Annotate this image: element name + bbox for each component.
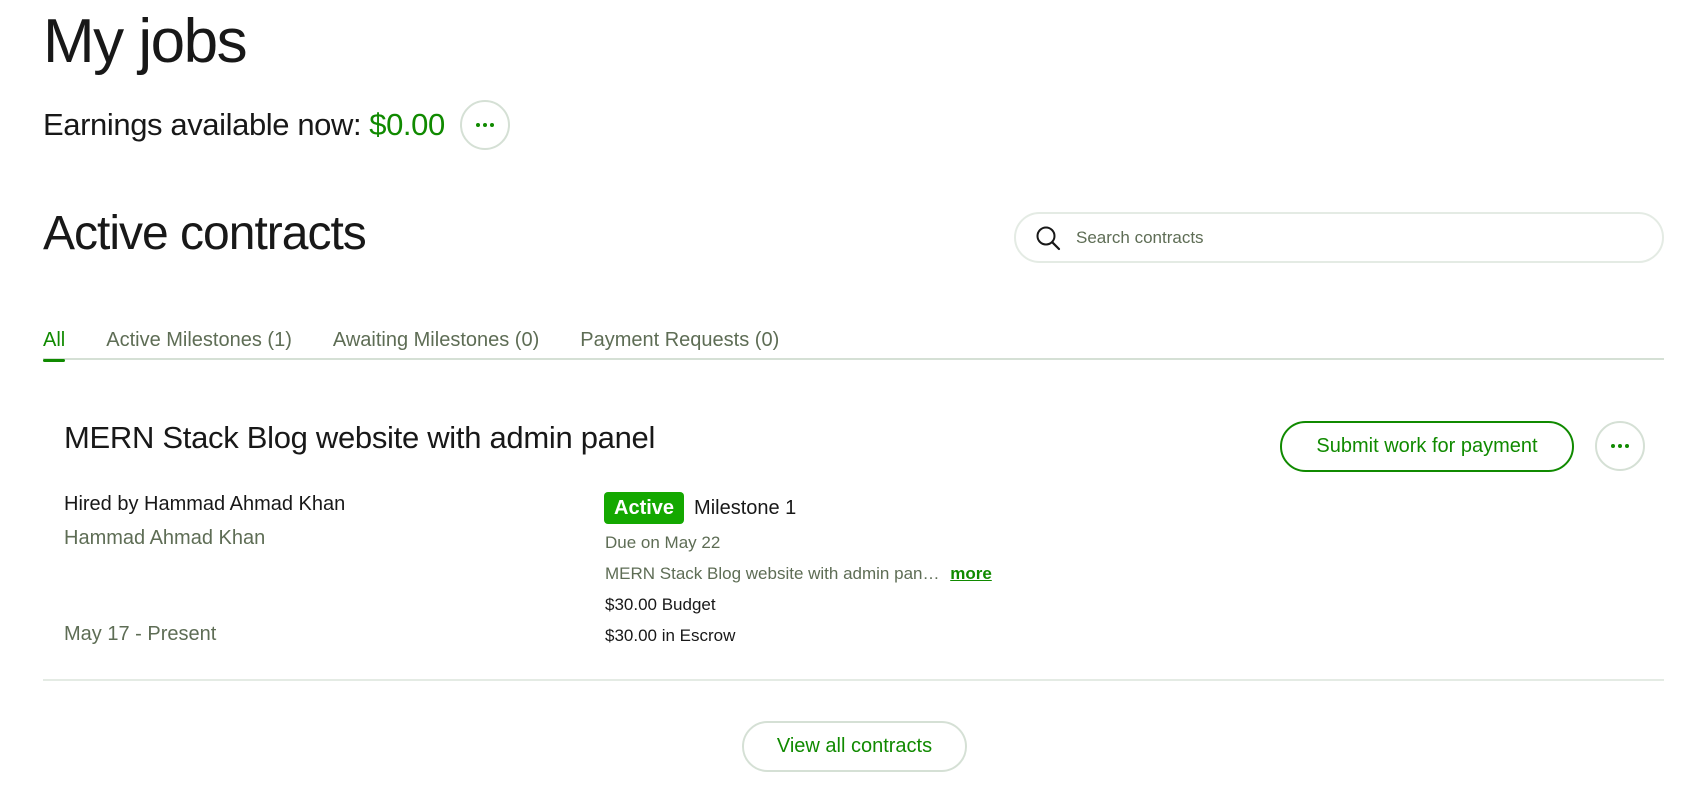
ellipsis-icon — [1611, 444, 1629, 448]
tab-active-milestones[interactable]: Active Milestones (1) — [106, 325, 292, 360]
tab-awaiting-milestones[interactable]: Awaiting Milestones (0) — [333, 325, 539, 360]
client-name: Hammad Ahmad Khan — [64, 527, 266, 549]
page-title: My jobs — [43, 7, 248, 76]
submit-work-button[interactable]: Submit work for payment — [1280, 421, 1574, 472]
contract-tabs: All Active Milestones (1) Awaiting Miles… — [43, 325, 1664, 362]
milestone-escrow: $30.00 in Escrow — [605, 626, 736, 645]
hired-by: Hired by Hammad Ahmad Khan — [64, 493, 346, 515]
milestone-description-row: MERN Stack Blog website with admin pan… … — [605, 563, 992, 585]
milestone-due-date: Due on May 22 — [605, 533, 721, 552]
milestone-description: MERN Stack Blog website with admin pan… — [605, 564, 940, 583]
search-input[interactable] — [1076, 227, 1636, 248]
contract-more-button[interactable] — [1595, 421, 1645, 471]
earnings-label: Earnings available now: — [43, 107, 362, 142]
status-badge: Active — [604, 492, 685, 524]
view-all-contracts-button[interactable]: View all contracts — [742, 721, 967, 772]
tab-payment-requests[interactable]: Payment Requests (0) — [580, 325, 779, 360]
earnings-more-button[interactable] — [459, 100, 510, 150]
search-icon — [1034, 224, 1062, 252]
earnings-row: Earnings available now: $0.00 — [43, 100, 510, 150]
divider — [43, 679, 1664, 681]
milestone-name: Milestone 1 — [694, 496, 797, 519]
more-link[interactable]: more — [950, 564, 992, 583]
active-contracts-title: Active contracts — [43, 207, 367, 260]
search-box[interactable] — [1014, 212, 1664, 263]
tab-all[interactable]: All — [43, 325, 66, 362]
contract-title[interactable]: MERN Stack Blog website with admin panel — [64, 418, 655, 458]
milestone-budget: $30.00 Budget — [605, 595, 716, 614]
contract-date-range: May 17 - Present — [64, 623, 217, 645]
ellipsis-icon — [475, 123, 494, 127]
milestone-row: Active Milestone 1 — [604, 492, 796, 524]
earnings-amount: $0.00 — [369, 107, 445, 142]
